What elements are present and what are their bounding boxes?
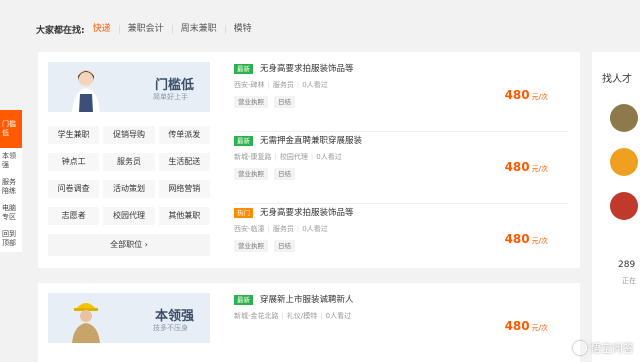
nav-item-threshold-low[interactable]: 门槛低 — [0, 110, 22, 148]
banner-title: 本领强 — [154, 309, 194, 324]
worker-illustration — [72, 303, 100, 343]
new-tag: 最新 — [234, 136, 253, 146]
waitress-illustration — [72, 70, 100, 112]
job-price: 480 元/次 — [504, 88, 548, 102]
job-title[interactable]: 无身高要求拍服装饰品等 — [260, 62, 354, 74]
daily-pay-badge: 日结 — [274, 240, 295, 252]
all-positions-button[interactable]: 全部职位 › — [48, 234, 210, 256]
category-banner[interactable]: 本领强 技多不压身 — [48, 293, 210, 343]
banner-title: 门槛低 — [154, 78, 194, 93]
job-type: 礼仪/模特 — [286, 312, 318, 320]
category-link[interactable]: 促销导购 — [103, 126, 155, 144]
hot-search-label: 大家都在找: — [36, 25, 85, 36]
job-title[interactable]: 穿展新上市服装诚聘新人 — [260, 293, 354, 305]
keyword-link[interactable]: 兼职会计 — [128, 24, 173, 34]
category-link[interactable]: 服务员 — [103, 153, 155, 171]
new-tag: 最新 — [234, 295, 253, 305]
avatar[interactable] — [610, 104, 638, 132]
job-views: 0人看过 — [316, 153, 342, 161]
hot-tag: 热门 — [234, 208, 253, 218]
job-type: 服务员 — [272, 81, 294, 89]
job-meta: 西安-临潼 | 服务员 | 0人看过 — [234, 225, 328, 233]
license-badge: 营业执照 — [234, 240, 268, 252]
job-location: 新城-康复路 — [234, 153, 272, 161]
talent-panel-title: 找人才 — [602, 74, 632, 85]
job-item[interactable]: 最新 无需押金直聘兼职穿展服装 新城-康复路 | 校园代理 | 0人看过 营业执照 日结… — [234, 132, 568, 204]
job-category-block: 本领强 技多不压身 最新 穿展新上市服装诚聘新人 新城-金花北路 | 礼仪/模特 | 0… — [38, 283, 580, 362]
job-meta: 新城-金花北路 | 礼仪/模特 | 0人看过 — [234, 312, 352, 320]
job-location: 西安-临潼 — [234, 225, 265, 233]
job-location: 西安-碑林 — [234, 81, 265, 89]
daily-pay-badge: 日结 — [274, 96, 295, 108]
job-views: 0人看过 — [325, 312, 352, 320]
job-location: 新城-金花北路 — [234, 312, 279, 320]
keyword-link[interactable]: 周末兼职 — [181, 24, 226, 34]
floating-nav: 门槛低 本领强 服务 陪练 电脑 专区 回到 顶部 — [0, 110, 22, 252]
talent-status: 正在 — [622, 277, 636, 285]
price-unit: 元/次 — [531, 237, 548, 245]
job-list: 最新 无身高要求拍服装饰品等 西安-碑林 | 服务员 | 0人看过 营业执照 日结 48… — [234, 60, 568, 276]
category-link[interactable]: 生活配送 — [158, 153, 210, 171]
job-views: 0人看过 — [302, 225, 328, 233]
avatar[interactable] — [610, 192, 638, 220]
nav-item-service[interactable]: 服务 陪练 — [0, 174, 22, 200]
job-meta: 西安-碑林 | 服务员 | 0人看过 — [234, 81, 328, 89]
job-category-block: 门槛低 简单好上手 学生兼职 促销导购 传单派发 钟点工 服务员 生活配送 问卷… — [38, 52, 580, 268]
category-link[interactable]: 其他兼职 — [158, 207, 210, 225]
job-list: 最新 穿展新上市服装诚聘新人 新城-金花北路 | 礼仪/模特 | 0人看过 480 元/次 — [234, 291, 568, 362]
category-link[interactable]: 问卷调查 — [48, 180, 100, 198]
license-badge: 营业执照 — [234, 168, 268, 180]
job-price: 480 元/次 — [504, 319, 548, 333]
banner-subtitle: 技多不压身 — [153, 324, 188, 332]
hot-search-bar: 大家都在找: 快递 兼职会计 周末兼职 模特 — [22, 14, 578, 44]
banner-subtitle: 简单好上手 — [153, 93, 188, 101]
price-unit: 元/次 — [531, 165, 548, 173]
job-item[interactable]: 最新 无身高要求拍服装饰品等 西安-碑林 | 服务员 | 0人看过 营业执照 日结 48… — [234, 60, 568, 132]
license-badge: 营业执照 — [234, 96, 268, 108]
talent-panel: 找人才 289 正在 — [592, 52, 640, 362]
job-item[interactable]: 热门 无身高要求拍服装饰品等 西安-临潼 | 服务员 | 0人看过 营业执照 日结 48… — [234, 204, 568, 276]
job-type: 服务员 — [272, 225, 294, 233]
job-title[interactable]: 无身高要求拍服装饰品等 — [260, 206, 354, 218]
daily-pay-badge: 日结 — [274, 168, 295, 180]
job-type: 校园代理 — [279, 153, 308, 161]
category-link[interactable]: 钟点工 — [48, 153, 100, 171]
category-link[interactable]: 学生兼职 — [48, 126, 100, 144]
back-to-top-button[interactable]: 回到 顶部 — [0, 226, 22, 252]
job-views: 0人看过 — [302, 81, 328, 89]
category-grid: 学生兼职 促销导购 传单派发 钟点工 服务员 生活配送 问卷调查 活动策划 网络… — [48, 126, 210, 225]
category-link[interactable]: 校园代理 — [103, 207, 155, 225]
job-meta: 新城-康复路 | 校园代理 | 0人看过 — [234, 153, 342, 161]
job-item[interactable]: 最新 穿展新上市服装诚聘新人 新城-金花北路 | 礼仪/模特 | 0人看过 480 元/次 — [234, 291, 568, 362]
job-price: 480 元/次 — [504, 232, 548, 246]
category-link[interactable]: 传单派发 — [158, 126, 210, 144]
category-link[interactable]: 志愿者 — [48, 207, 100, 225]
keyword-link[interactable]: 快递 — [93, 24, 120, 34]
keyword-link[interactable]: 模特 — [234, 24, 260, 34]
watermark-logo-icon — [573, 341, 587, 355]
category-link[interactable]: 活动策划 — [103, 180, 155, 198]
category-banner[interactable]: 门槛低 简单好上手 — [48, 62, 210, 112]
watermark-text: 悟空问答 — [590, 342, 634, 355]
new-tag: 最新 — [234, 64, 253, 74]
nav-item-computer[interactable]: 电脑 专区 — [0, 200, 22, 226]
nav-item-skilled[interactable]: 本领强 — [0, 148, 22, 174]
job-price: 480 元/次 — [504, 160, 548, 174]
price-unit: 元/次 — [531, 324, 548, 332]
price-unit: 元/次 — [531, 93, 548, 101]
category-link[interactable]: 网络营销 — [158, 180, 210, 198]
avatar[interactable] — [610, 148, 638, 176]
watermark: 悟空问答 — [573, 340, 634, 356]
talent-count: 289 — [618, 260, 636, 270]
job-title[interactable]: 无需押金直聘兼职穿展服装 — [260, 134, 362, 146]
